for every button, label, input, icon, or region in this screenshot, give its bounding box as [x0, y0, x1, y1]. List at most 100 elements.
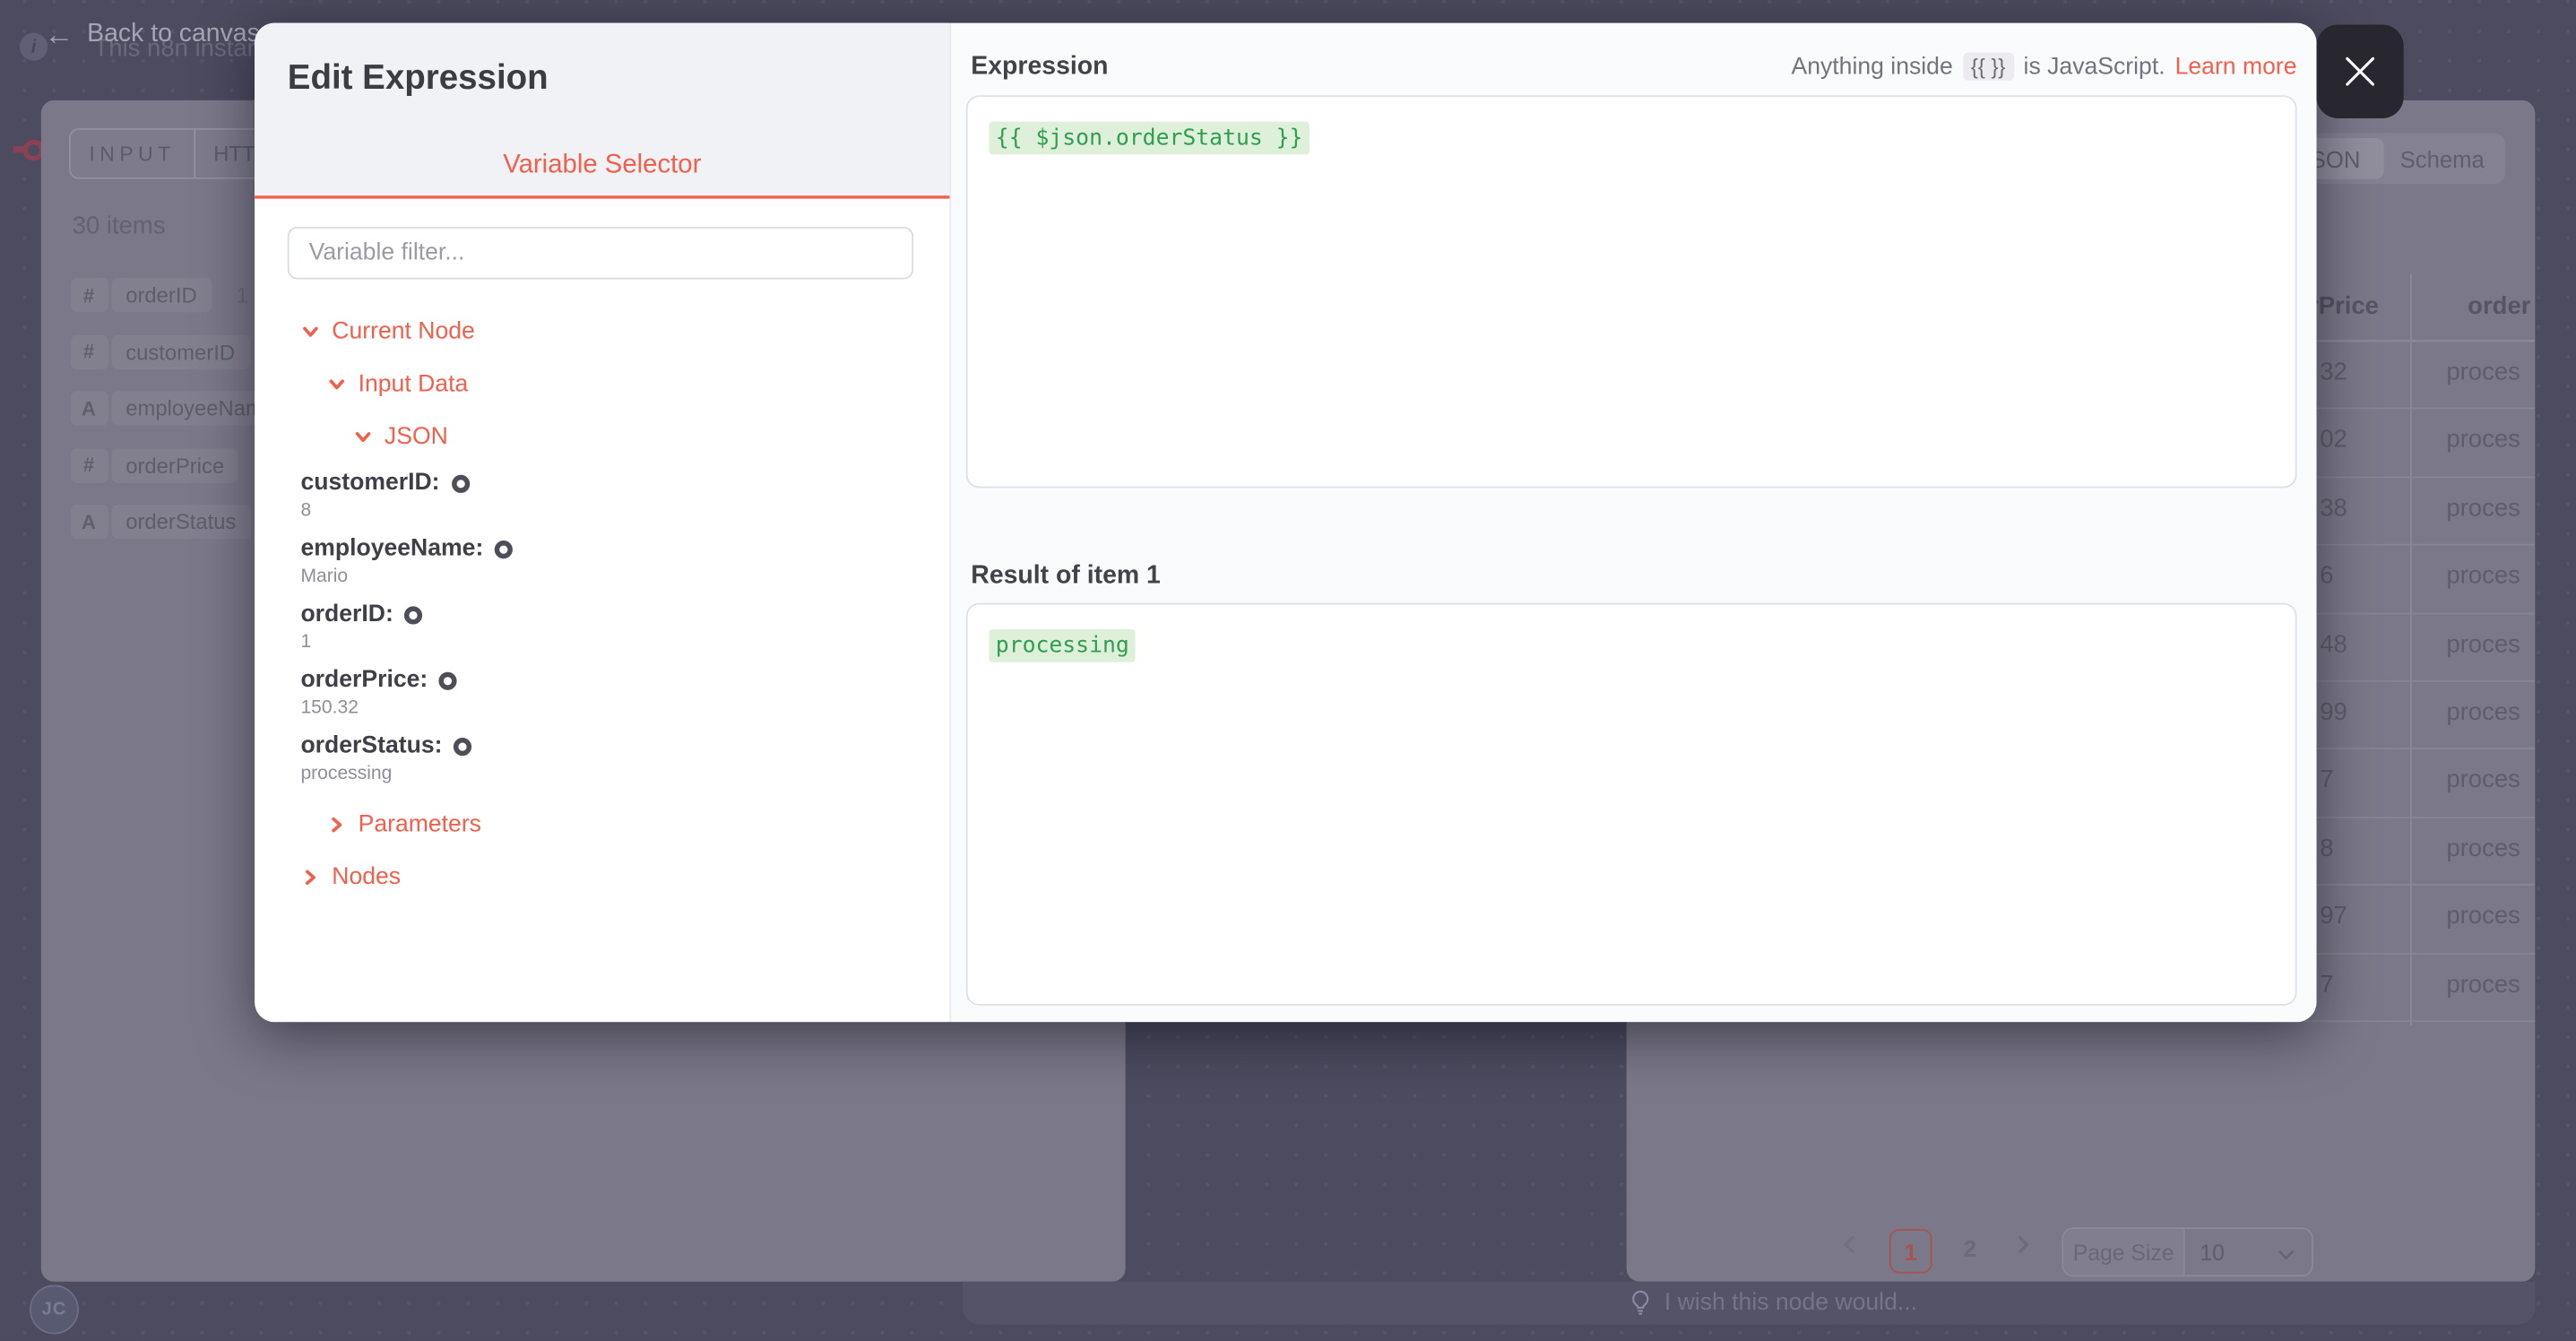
- cell-orderPrice: 7: [2320, 971, 2333, 999]
- edit-expression-modal: Edit Expression Variable Selector Curren…: [255, 23, 2316, 1022]
- schema-row[interactable]: A orderStatus: [70, 505, 251, 539]
- tree-node-input-data[interactable]: Input Data: [327, 359, 514, 411]
- back-arrow-icon: ←: [44, 20, 73, 49]
- variable-filter-input[interactable]: [288, 227, 913, 280]
- chevron-right-icon: [327, 815, 347, 835]
- pagination-prev-icon[interactable]: [1840, 1234, 1858, 1264]
- target-icon: [495, 540, 513, 558]
- tree-field-key: orderStatus:: [300, 733, 442, 759]
- input-items-count: 30 items: [73, 212, 166, 239]
- page-size-select[interactable]: Page Size 10: [2062, 1227, 2312, 1276]
- column-header-orderStatus: order: [2468, 292, 2530, 320]
- target-icon: [451, 474, 469, 492]
- ndv-footer: I wish this node would...: [963, 1282, 2535, 1325]
- cell-orderPrice: 6: [2320, 562, 2333, 590]
- cell-orderPrice: 99: [2320, 698, 2347, 726]
- variable-selector-pane: Edit Expression Variable Selector Curren…: [255, 23, 949, 1022]
- schema-field-name: customerID: [111, 334, 250, 368]
- tree-field-key: customerID:: [300, 470, 439, 496]
- target-icon: [454, 737, 471, 755]
- expression-result-box: processing: [966, 603, 2297, 1006]
- number-type-icon: #: [70, 278, 108, 312]
- tree-node-label: JSON: [385, 424, 448, 450]
- cell-orderStatus: proces: [2446, 494, 2520, 522]
- cell-orderPrice: 97: [2320, 903, 2347, 930]
- lightbulb-icon: [1629, 1290, 1651, 1316]
- tree-field-value: Mario: [300, 567, 513, 586]
- cell-orderPrice: 32: [2320, 359, 2347, 386]
- close-icon: [2341, 53, 2379, 91]
- pagination-page-1[interactable]: 1: [1889, 1229, 1932, 1273]
- tree-field-value: 8: [300, 501, 513, 521]
- tree-node-current-node[interactable]: Current Node: [300, 306, 513, 359]
- cell-orderPrice: 8: [2320, 835, 2333, 862]
- tree-field-orderID[interactable]: orderID: 1: [300, 601, 513, 653]
- hint-suffix: is JavaScript.: [2024, 54, 2165, 80]
- cell-orderStatus: proces: [2446, 630, 2520, 658]
- page-size-label: Page Size: [2063, 1229, 2185, 1275]
- tree-node-nodes[interactable]: Nodes: [300, 851, 513, 904]
- schema-field-name: orderStatus: [111, 505, 251, 539]
- close-button[interactable]: [2317, 24, 2404, 117]
- avatar[interactable]: JC: [30, 1285, 79, 1334]
- tree-field-key: employeeName:: [300, 536, 483, 562]
- chevron-down-icon: [2276, 1244, 2297, 1274]
- cell-orderStatus: proces: [2446, 903, 2520, 930]
- cell-orderPrice: 7: [2320, 766, 2333, 794]
- cell-orderStatus: proces: [2446, 766, 2520, 794]
- tree-field-orderStatus[interactable]: orderStatus: processing: [300, 733, 513, 784]
- expression-hint: Anything inside {{ }} is JavaScript. Lea…: [1791, 53, 2296, 81]
- tree-field-employeeName[interactable]: employeeName: Mario: [300, 536, 513, 587]
- tree-field-orderPrice[interactable]: orderPrice: 150.32: [300, 667, 513, 718]
- schema-field-name: orderID: [111, 278, 212, 312]
- cell-orderPrice: 02: [2320, 426, 2347, 454]
- node-feedback-input[interactable]: I wish this node would...: [1629, 1282, 1917, 1325]
- tree-node-label: Parameters: [359, 812, 481, 838]
- app-stage: This n8n instance is i ← Back to canvas …: [0, 0, 2576, 1341]
- modal-title: Edit Expression: [288, 59, 549, 99]
- number-type-icon: #: [70, 447, 108, 481]
- tab-schema[interactable]: Schema: [2384, 138, 2501, 179]
- expression-pane: Expression Anything inside {{ }} is Java…: [949, 23, 2316, 1022]
- cell-orderStatus: proces: [2446, 971, 2520, 999]
- tree-node-label: Input Data: [359, 371, 469, 397]
- hint-prefix: Anything inside: [1791, 54, 1952, 80]
- cell-orderStatus: proces: [2446, 359, 2520, 386]
- schema-row[interactable]: # orderPrice: [70, 447, 239, 481]
- cell-orderPrice: 38: [2320, 494, 2347, 522]
- tree-field-key: orderID:: [300, 601, 393, 627]
- target-icon: [405, 605, 423, 623]
- modal-header: Edit Expression Variable Selector: [255, 23, 949, 199]
- chevron-down-icon: [300, 322, 320, 342]
- expression-label: Expression: [971, 53, 1108, 82]
- pagination-next-icon[interactable]: [2014, 1234, 2032, 1264]
- tree-node-label: Nodes: [332, 864, 401, 890]
- tab-input[interactable]: INPUT: [71, 130, 195, 177]
- expression-editor[interactable]: {{ $json.orderStatus }}: [966, 95, 2297, 488]
- tab-variable-selector[interactable]: Variable Selector: [255, 151, 949, 181]
- cell-orderStatus: proces: [2446, 426, 2520, 454]
- back-to-canvas-label: Back to canvas: [87, 20, 260, 49]
- tree-node-label: Current Node: [332, 319, 475, 345]
- cell-orderPrice: 48: [2320, 630, 2347, 658]
- string-type-icon: A: [70, 505, 108, 539]
- tree-field-value: processing: [300, 764, 513, 783]
- tree-node-parameters[interactable]: Parameters: [327, 799, 514, 852]
- pagination-page-2[interactable]: 2: [1953, 1235, 1986, 1261]
- tree-field-value: 1: [300, 633, 513, 653]
- learn-more-link[interactable]: Learn more: [2175, 54, 2297, 80]
- schema-row[interactable]: # orderID 1: [70, 278, 248, 312]
- schema-row[interactable]: # customerID: [70, 334, 250, 368]
- number-type-icon: #: [70, 334, 108, 368]
- chevron-right-icon: [300, 868, 320, 887]
- tree-node-json[interactable]: JSON: [353, 411, 513, 463]
- tree-field-customerID[interactable]: customerID: 8: [300, 470, 513, 521]
- cell-orderStatus: proces: [2446, 835, 2520, 862]
- hint-code-chip: {{ }}: [1963, 53, 2014, 81]
- back-to-canvas-button[interactable]: ← Back to canvas: [44, 20, 259, 49]
- string-type-icon: A: [70, 391, 108, 425]
- cell-orderStatus: proces: [2446, 562, 2520, 590]
- chevron-down-icon: [353, 428, 373, 447]
- expression-result-value: processing: [989, 629, 1136, 662]
- tree-field-value: 150.32: [300, 698, 513, 718]
